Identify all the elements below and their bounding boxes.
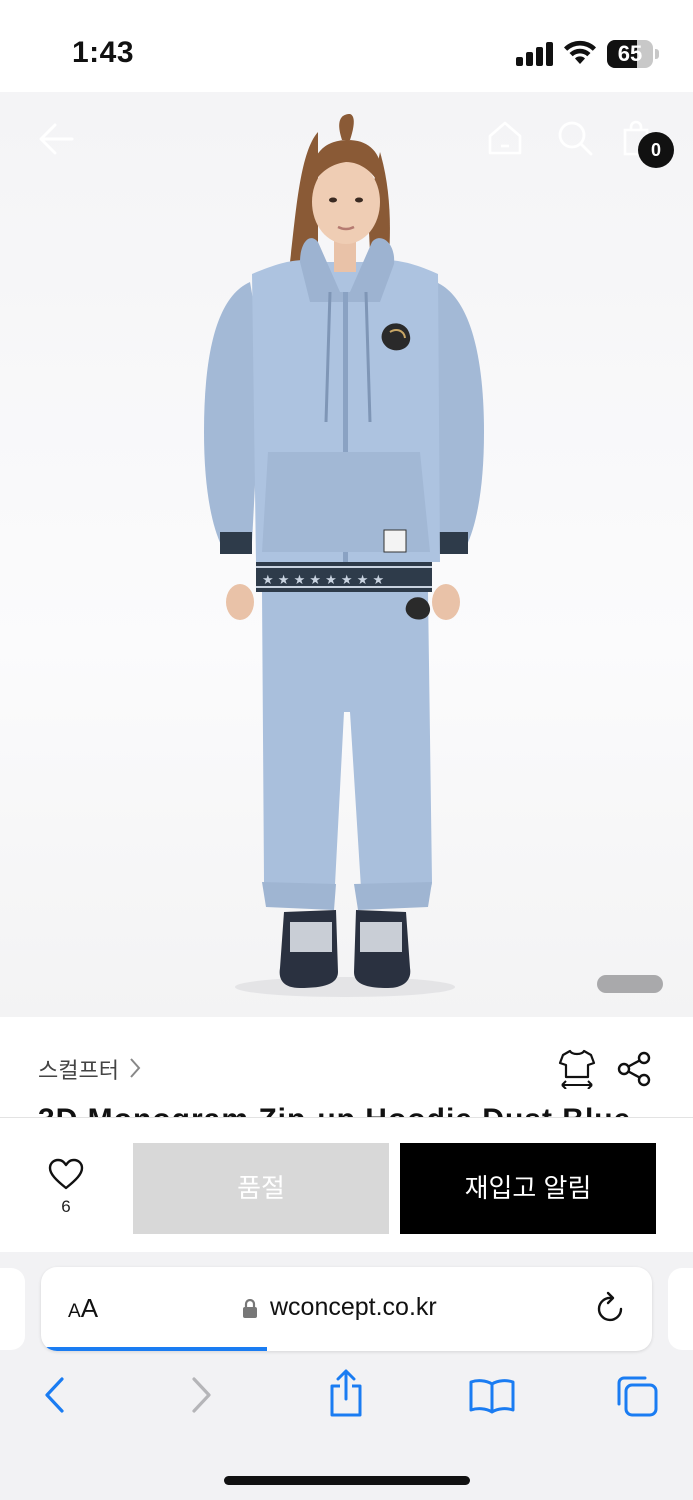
search-icon[interactable] <box>557 120 593 156</box>
reload-icon[interactable] <box>595 1291 627 1325</box>
product-image[interactable]: ★ ★ ★ ★ ★ ★ ★ ★ 0 <box>0 92 693 1017</box>
size-guide-icon[interactable] <box>558 1049 596 1089</box>
share-icon[interactable] <box>327 1368 365 1418</box>
like-button[interactable]: 6 <box>38 1158 94 1217</box>
tabs-icon[interactable] <box>615 1374 659 1418</box>
status-bar: 1:43 65 <box>0 0 693 92</box>
home-indicator <box>224 1476 470 1485</box>
next-tab-preview[interactable] <box>668 1268 693 1350</box>
brand-link[interactable]: 스컬프터 <box>38 1053 119 1085</box>
sold-out-button[interactable]: 품절 <box>133 1143 389 1234</box>
browser-toolbar: AA wconcept.co.kr <box>0 1252 693 1500</box>
purchase-bar: 6 품절 재입고 알림 <box>0 1117 693 1252</box>
like-count: 6 <box>61 1197 71 1216</box>
lock-icon <box>243 1299 257 1318</box>
image-pager-indicator[interactable] <box>597 975 663 993</box>
product-title: 3D Monogram Zip-up Hoodie Dust Blue <box>38 1103 658 1117</box>
back-icon[interactable] <box>42 1376 66 1414</box>
svg-text:★ ★ ★ ★ ★ ★ ★ ★: ★ ★ ★ ★ ★ ★ ★ ★ <box>262 573 384 588</box>
product-photo: ★ ★ ★ ★ ★ ★ ★ ★ <box>204 114 484 997</box>
chevron-right-icon[interactable] <box>128 1057 142 1079</box>
url-text[interactable]: wconcept.co.kr <box>270 1293 437 1322</box>
battery-percent: 65 <box>617 41 643 66</box>
brand-row: 스컬프터 3D Monogram Zip-up Hoodie Dust Blue <box>0 1017 693 1117</box>
heart-icon[interactable] <box>48 1158 84 1190</box>
bookmarks-icon[interactable] <box>468 1378 516 1414</box>
forward-icon[interactable] <box>190 1376 214 1414</box>
share-icon[interactable] <box>616 1051 652 1087</box>
home-icon[interactable] <box>487 120 523 156</box>
previous-tab-preview[interactable] <box>0 1268 25 1350</box>
cellular-signal-icon <box>516 42 554 66</box>
back-arrow-icon[interactable] <box>38 122 74 156</box>
address-bar[interactable]: AA wconcept.co.kr <box>41 1267 652 1351</box>
battery-indicator: 65 <box>607 40 659 68</box>
status-time: 1:43 <box>72 36 135 69</box>
wifi-icon <box>564 40 596 64</box>
restock-alert-button[interactable]: 재입고 알림 <box>400 1143 656 1234</box>
page-load-progress <box>41 1347 268 1351</box>
cart-count-badge[interactable]: 0 <box>638 132 674 168</box>
text-size-button[interactable]: AA <box>68 1293 98 1324</box>
